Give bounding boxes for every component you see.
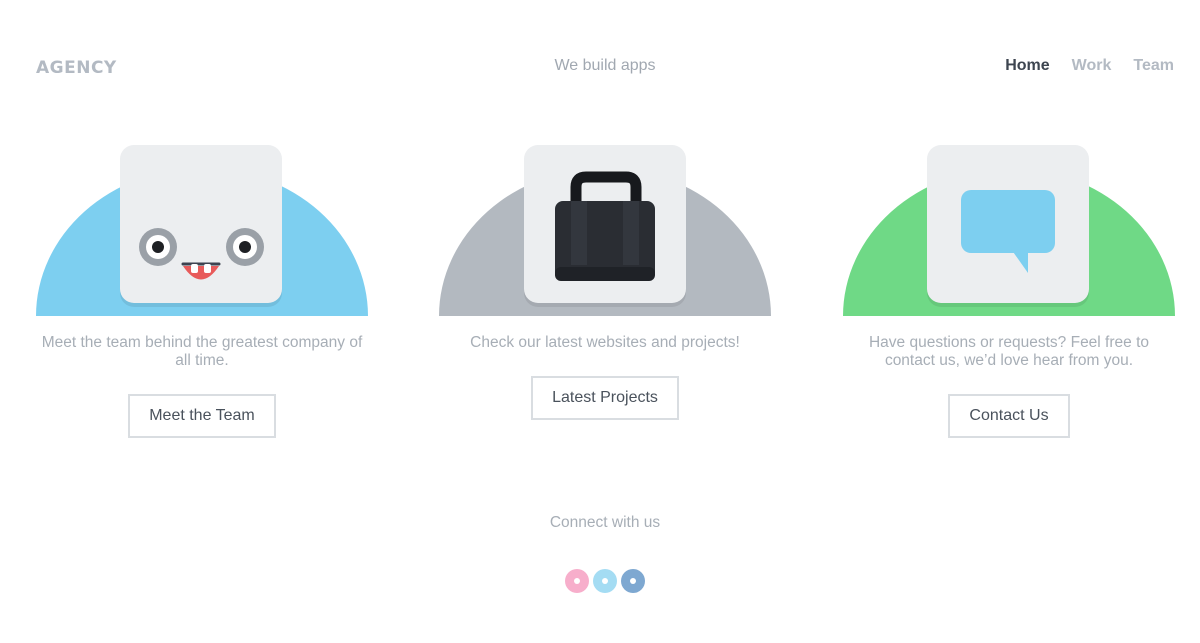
connect-label: Connect with us: [549, 514, 661, 531]
social-link-blue[interactable]: [621, 569, 645, 593]
social-link-pink[interactable]: [565, 569, 589, 593]
contact-tile: [927, 145, 1089, 303]
projects-description: Check our latest websites and projects!: [470, 334, 740, 351]
social-link-light-blue[interactable]: [593, 569, 617, 593]
team-card: Meet the team behind the greatest compan…: [36, 145, 368, 438]
nav-work[interactable]: Work: [1072, 57, 1112, 75]
projects-card: Check our latest websites and projects! …: [439, 145, 771, 420]
contact-card: Have questions or requests? Feel free to…: [843, 145, 1175, 438]
contact-description: Have questions or requests? Feel free to…: [868, 334, 1149, 369]
smiley-face-icon: [139, 228, 264, 280]
social-links: [565, 569, 645, 593]
projects-hero: [439, 145, 771, 316]
chat-bubble-icon: [961, 190, 1055, 273]
contact-hero: [843, 145, 1175, 316]
nav-home[interactable]: Home: [1005, 57, 1049, 75]
page: AGENCY We build apps Home Work Team Meet…: [0, 0, 1200, 643]
shopping-bag-icon: [555, 171, 655, 281]
main-nav: Home Work Team: [1005, 57, 1174, 75]
team-description: Meet the team behind the greatest compan…: [41, 334, 363, 369]
team-hero: [36, 145, 368, 316]
meet-the-team-button[interactable]: Meet the Team: [128, 394, 276, 438]
contact-us-button[interactable]: Contact Us: [948, 394, 1070, 438]
latest-projects-button[interactable]: Latest Projects: [531, 376, 679, 420]
projects-tile: [524, 145, 686, 303]
nav-team[interactable]: Team: [1133, 57, 1174, 75]
team-tile: [120, 145, 282, 303]
